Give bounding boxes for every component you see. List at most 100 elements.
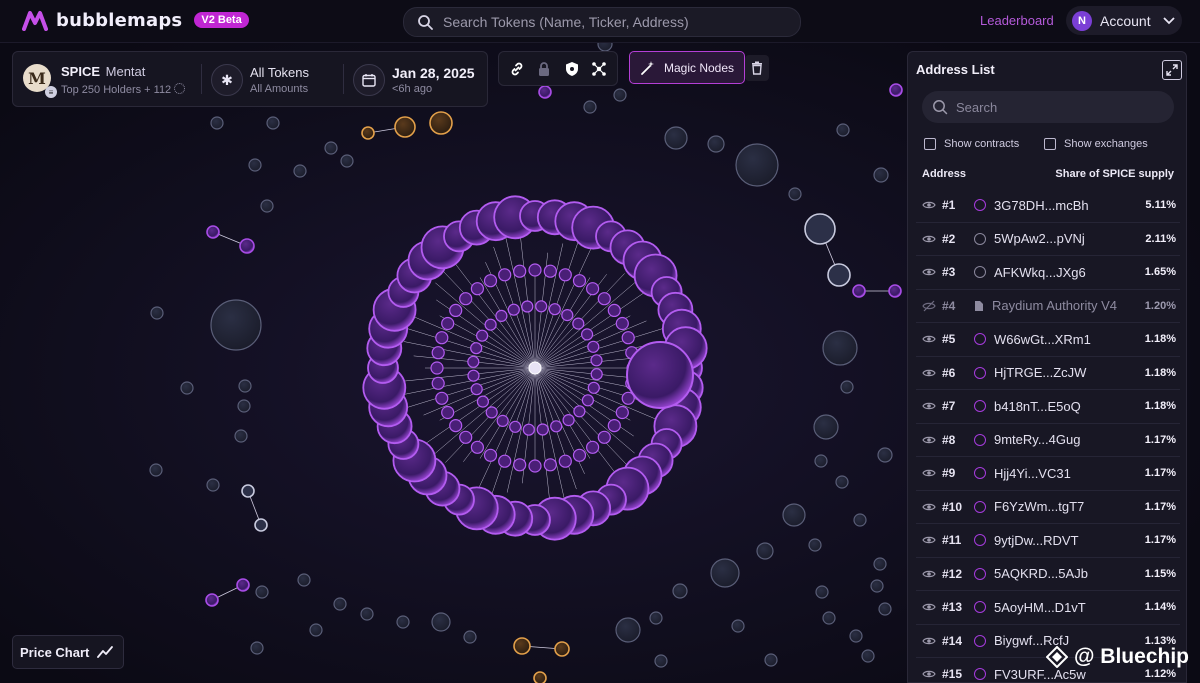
holder-bubble[interactable] [470,440,484,454]
holder-bubble[interactable] [835,475,849,489]
holder-bubble[interactable] [572,274,587,288]
holder-bubble[interactable] [441,316,455,331]
holder-bubble[interactable] [590,368,603,381]
holder-bubble[interactable] [340,154,354,168]
holder-bubble[interactable] [731,619,745,633]
holder-bubble[interactable] [239,238,255,254]
lock-icon[interactable] [534,59,554,79]
column-header-address[interactable]: Address [922,168,966,180]
holder-bubble[interactable] [396,615,410,629]
holder-bubble[interactable] [237,399,251,413]
filter-title[interactable]: All Tokens [250,65,309,80]
network-icon[interactable] [589,59,609,79]
column-header-share[interactable]: Share of SPICE supply [1055,168,1174,180]
holder-bubble[interactable] [613,88,627,102]
eye-icon[interactable] [922,433,936,447]
holder-bubble[interactable] [459,430,473,444]
holder-bubble[interactable] [498,268,512,282]
holder-bubble[interactable] [583,100,597,114]
holder-bubble[interactable] [870,579,884,593]
holder-bubble[interactable] [558,268,572,282]
holder-bubble[interactable] [585,440,600,454]
holder-bubble[interactable] [528,459,542,473]
holder-bubble[interactable] [250,641,264,655]
holder-bubble[interactable] [513,264,527,278]
holder-bubble[interactable] [485,406,498,419]
eye-icon[interactable] [922,466,936,480]
holder-bubble[interactable] [827,263,851,287]
holder-bubble[interactable] [484,318,497,331]
holder-bubble[interactable] [149,463,163,477]
holder-bubble[interactable] [822,330,858,366]
holder-bubble[interactable] [206,478,220,492]
holder-bubble[interactable] [238,379,252,393]
holder-bubble[interactable] [573,405,586,418]
holder-bubble[interactable] [324,141,338,155]
holder-bubble[interactable] [297,573,311,587]
holder-bubble[interactable] [435,391,449,405]
holder-bubble[interactable] [853,513,867,527]
eye-icon[interactable] [922,198,936,212]
trash-icon[interactable] [745,55,769,81]
holder-bubble[interactable] [587,381,600,394]
holder-bubble[interactable] [467,369,480,382]
holder-bubble[interactable] [764,653,778,667]
holder-bubble[interactable] [234,429,248,443]
address-row[interactable]: #4 Raydium Authority V4 1.20% [916,290,1180,323]
holder-bubble[interactable] [236,578,250,592]
holder-bubble[interactable] [756,542,774,560]
holder-bubble[interactable] [463,630,477,644]
holder-bubble[interactable] [597,292,611,306]
price-chart-button[interactable]: Price Chart [12,635,124,669]
holder-bubble[interactable] [431,376,445,390]
eye-icon[interactable] [922,332,936,346]
holder-bubble[interactable] [621,331,635,345]
holder-bubble[interactable] [550,420,563,433]
holder-bubble[interactable] [543,264,557,278]
holder-bubble[interactable] [607,303,621,317]
holder-bubble[interactable] [889,83,903,97]
address-row[interactable]: #12 5AQKRD...5AJb 1.15% [916,558,1180,591]
holder-bubble[interactable] [562,414,575,427]
holder-bubble[interactable] [590,354,603,367]
holder-bubble[interactable] [449,303,463,317]
address-row[interactable]: #8 9mteRy...4Gug 1.17% [916,424,1180,457]
holder-bubble[interactable] [649,611,663,625]
holder-bubble[interactable] [430,361,444,375]
holder-bubble[interactable] [210,299,262,351]
holder-bubble[interactable] [587,340,600,353]
holder-bubble[interactable] [507,303,520,316]
holder-bubble[interactable] [572,317,585,330]
holder-bubble[interactable] [521,300,534,313]
holder-bubble[interactable] [561,309,574,322]
holder-bubble[interactable] [814,454,828,468]
holder-bubble[interactable] [498,454,512,468]
holder-bubble[interactable] [528,263,542,277]
holder-bubble[interactable] [861,649,875,663]
show-exchanges-checkbox[interactable]: Show exchanges [1044,138,1148,150]
holder-bubble[interactable] [808,538,822,552]
eye-icon[interactable] [922,265,936,279]
holder-bubble[interactable] [710,558,740,588]
holder-bubble[interactable] [597,430,611,444]
address-row[interactable]: #6 HjTRGE...ZcJW 1.18% [916,357,1180,390]
holder-bubble[interactable] [788,187,802,201]
holder-bubble[interactable] [580,328,594,341]
holder-bubble[interactable] [210,116,224,130]
holder-bubble[interactable] [535,300,548,313]
holder-bubble[interactable] [260,199,274,213]
address-row[interactable]: #7 b418nT...E5oQ 1.18% [916,390,1180,424]
holder-bubble[interactable] [558,454,572,468]
token-name[interactable]: SPICE Mentat [61,64,145,79]
holder-bubble[interactable] [435,331,449,345]
holder-bubble[interactable] [431,346,445,360]
holder-bubble-gold[interactable] [429,111,453,135]
holder-bubble[interactable] [536,423,549,436]
eye-icon[interactable] [922,600,936,614]
leaderboard-link[interactable]: Leaderboard [980,13,1054,28]
holder-bubble[interactable] [538,85,552,99]
holder-bubble[interactable] [707,135,725,153]
holder-bubble[interactable] [180,381,194,395]
holder-bubble[interactable] [852,284,866,298]
brand[interactable]: bubblemaps V2 Beta [22,9,249,31]
